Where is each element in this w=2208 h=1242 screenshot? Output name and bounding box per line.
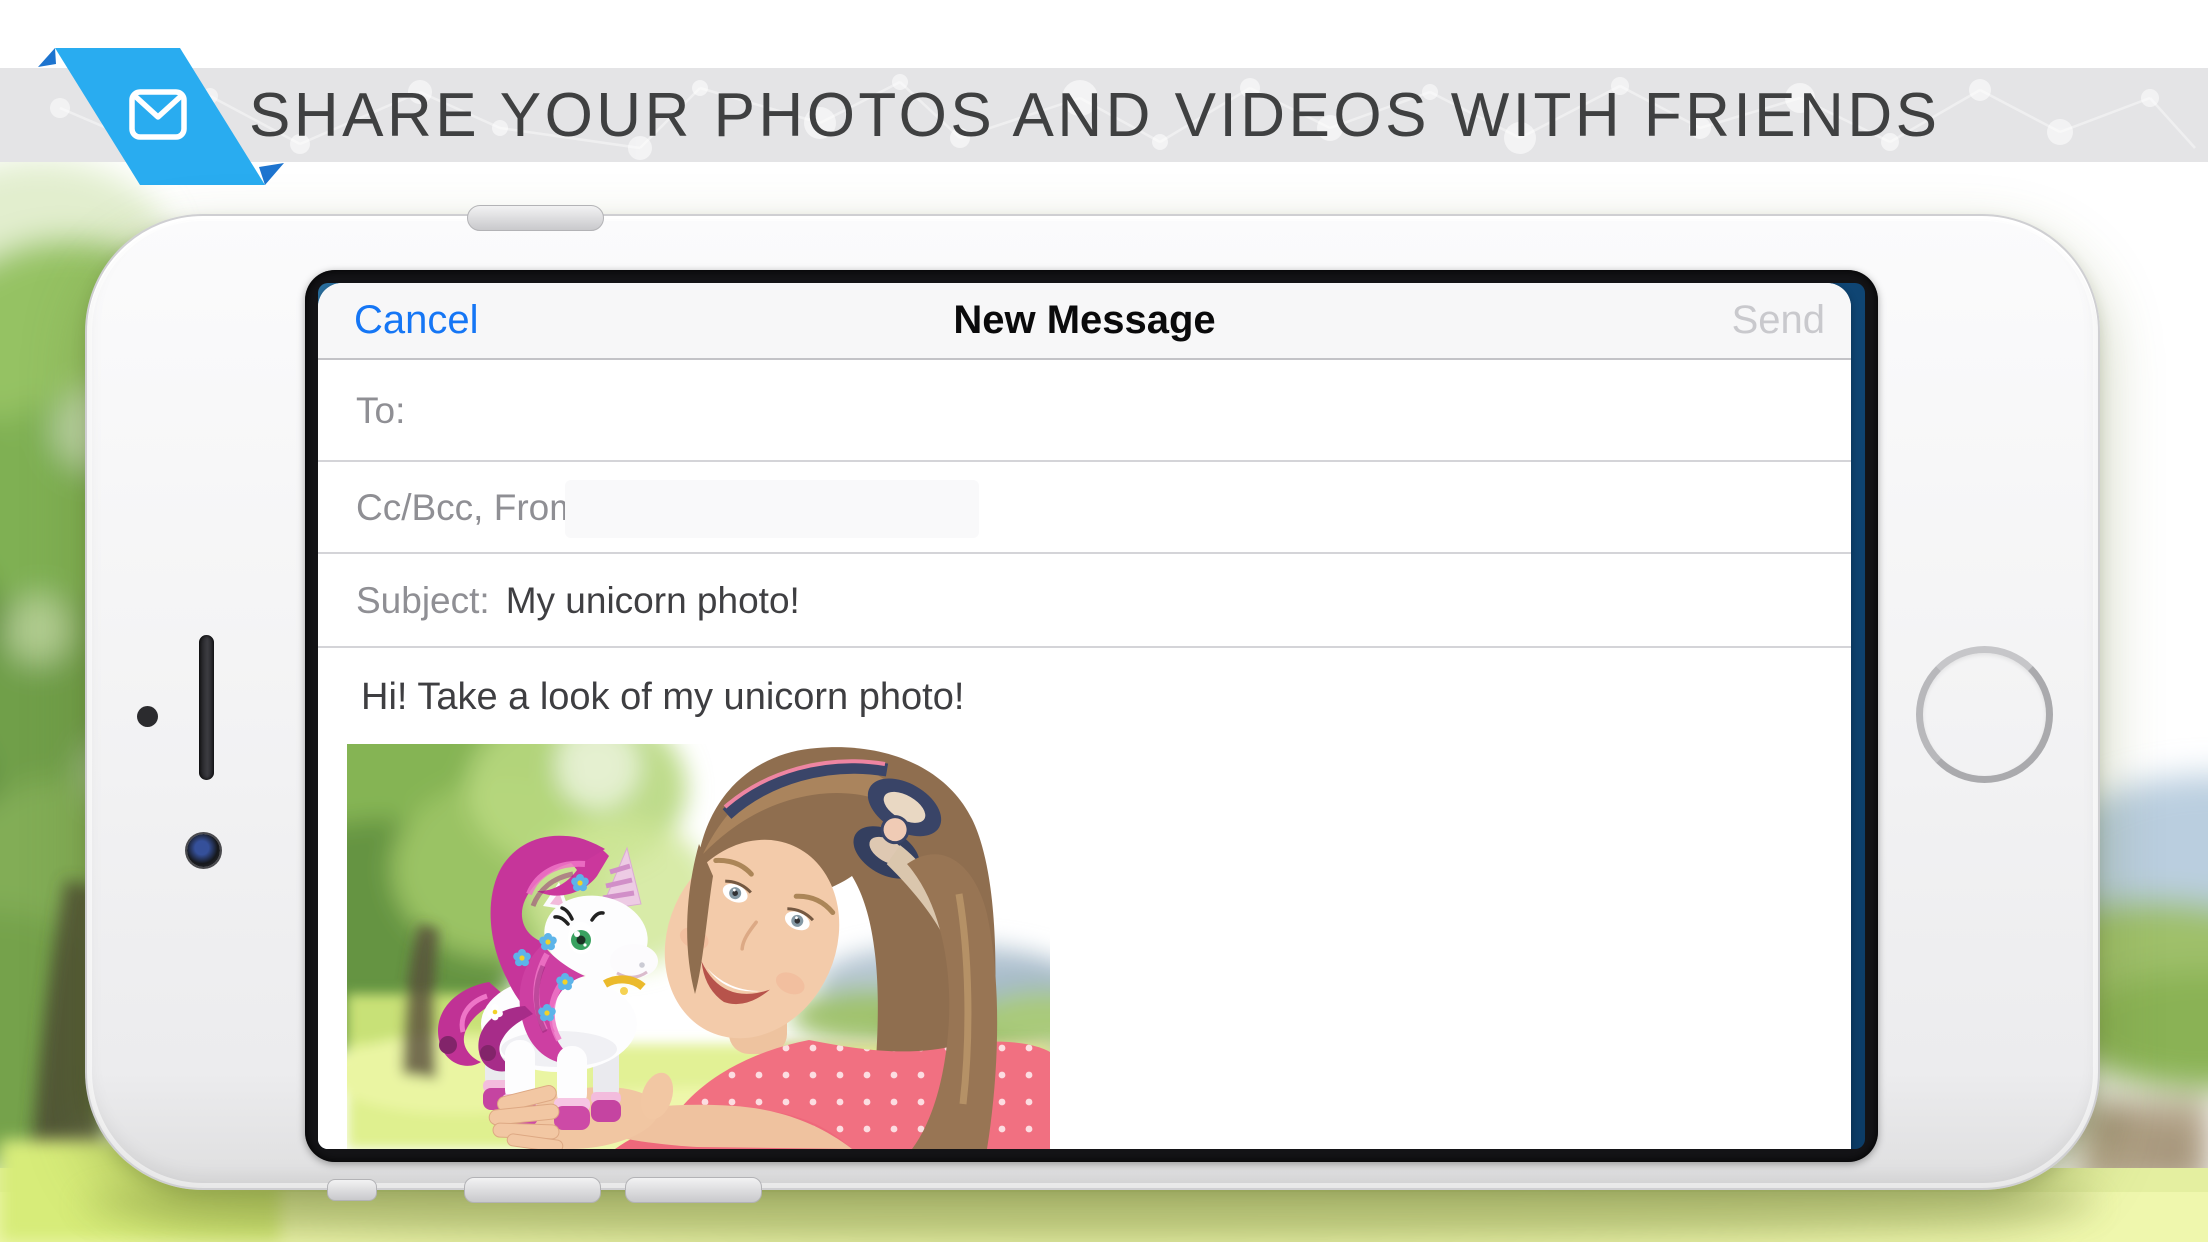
ribbon-fold-top [38,48,56,67]
app-store-screenshot: SHARE YOUR PHOTOS AND VIDEOS WITH FRIEND… [0,0,2208,1242]
volume-up-button [464,1177,601,1203]
compose-title: New Message [318,298,1851,343]
banner: SHARE YOUR PHOTOS AND VIDEOS WITH FRIEND… [0,68,2208,162]
message-body-text: Hi! Take a look of my unicorn photo! [361,676,964,719]
subject-field[interactable]: Subject: My unicorn photo! [318,556,1851,648]
screen-bezel: New Message Cancel Send To: Cc/Bcc, From… [305,270,1878,1162]
subject-value: My unicorn photo! [506,580,800,622]
message-body[interactable]: Hi! Take a look of my unicorn photo! [318,648,1851,1149]
phone-device: New Message Cancel Send To: Cc/Bcc, From… [85,214,2100,1190]
banner-title: SHARE YOUR PHOTOS AND VIDEOS WITH FRIEND… [249,68,1940,162]
to-field[interactable]: To: [318,362,1851,462]
earpiece-speaker [199,635,214,780]
cc-bcc-from-label: Cc/Bcc, From: [356,487,590,529]
send-button[interactable]: Send [1732,298,1825,343]
envelope-ribbon [30,40,300,190]
subject-label: Subject: [356,580,490,622]
home-button [1916,646,2053,783]
to-label: To: [356,390,405,432]
compose-nav-bar: New Message Cancel Send [318,283,1851,360]
mail-compose-sheet: New Message Cancel Send To: Cc/Bcc, From… [318,283,1851,1149]
front-camera [187,834,220,867]
mute-switch [327,1179,377,1201]
redacted-from-address [565,480,979,538]
attachment-photo[interactable] [347,744,1050,1149]
cc-bcc-from-field[interactable]: Cc/Bcc, From: [318,464,1851,554]
volume-down-button [625,1177,762,1203]
proximity-sensor [137,706,158,727]
power-button [467,205,604,231]
screen: New Message Cancel Send To: Cc/Bcc, From… [318,283,1865,1149]
